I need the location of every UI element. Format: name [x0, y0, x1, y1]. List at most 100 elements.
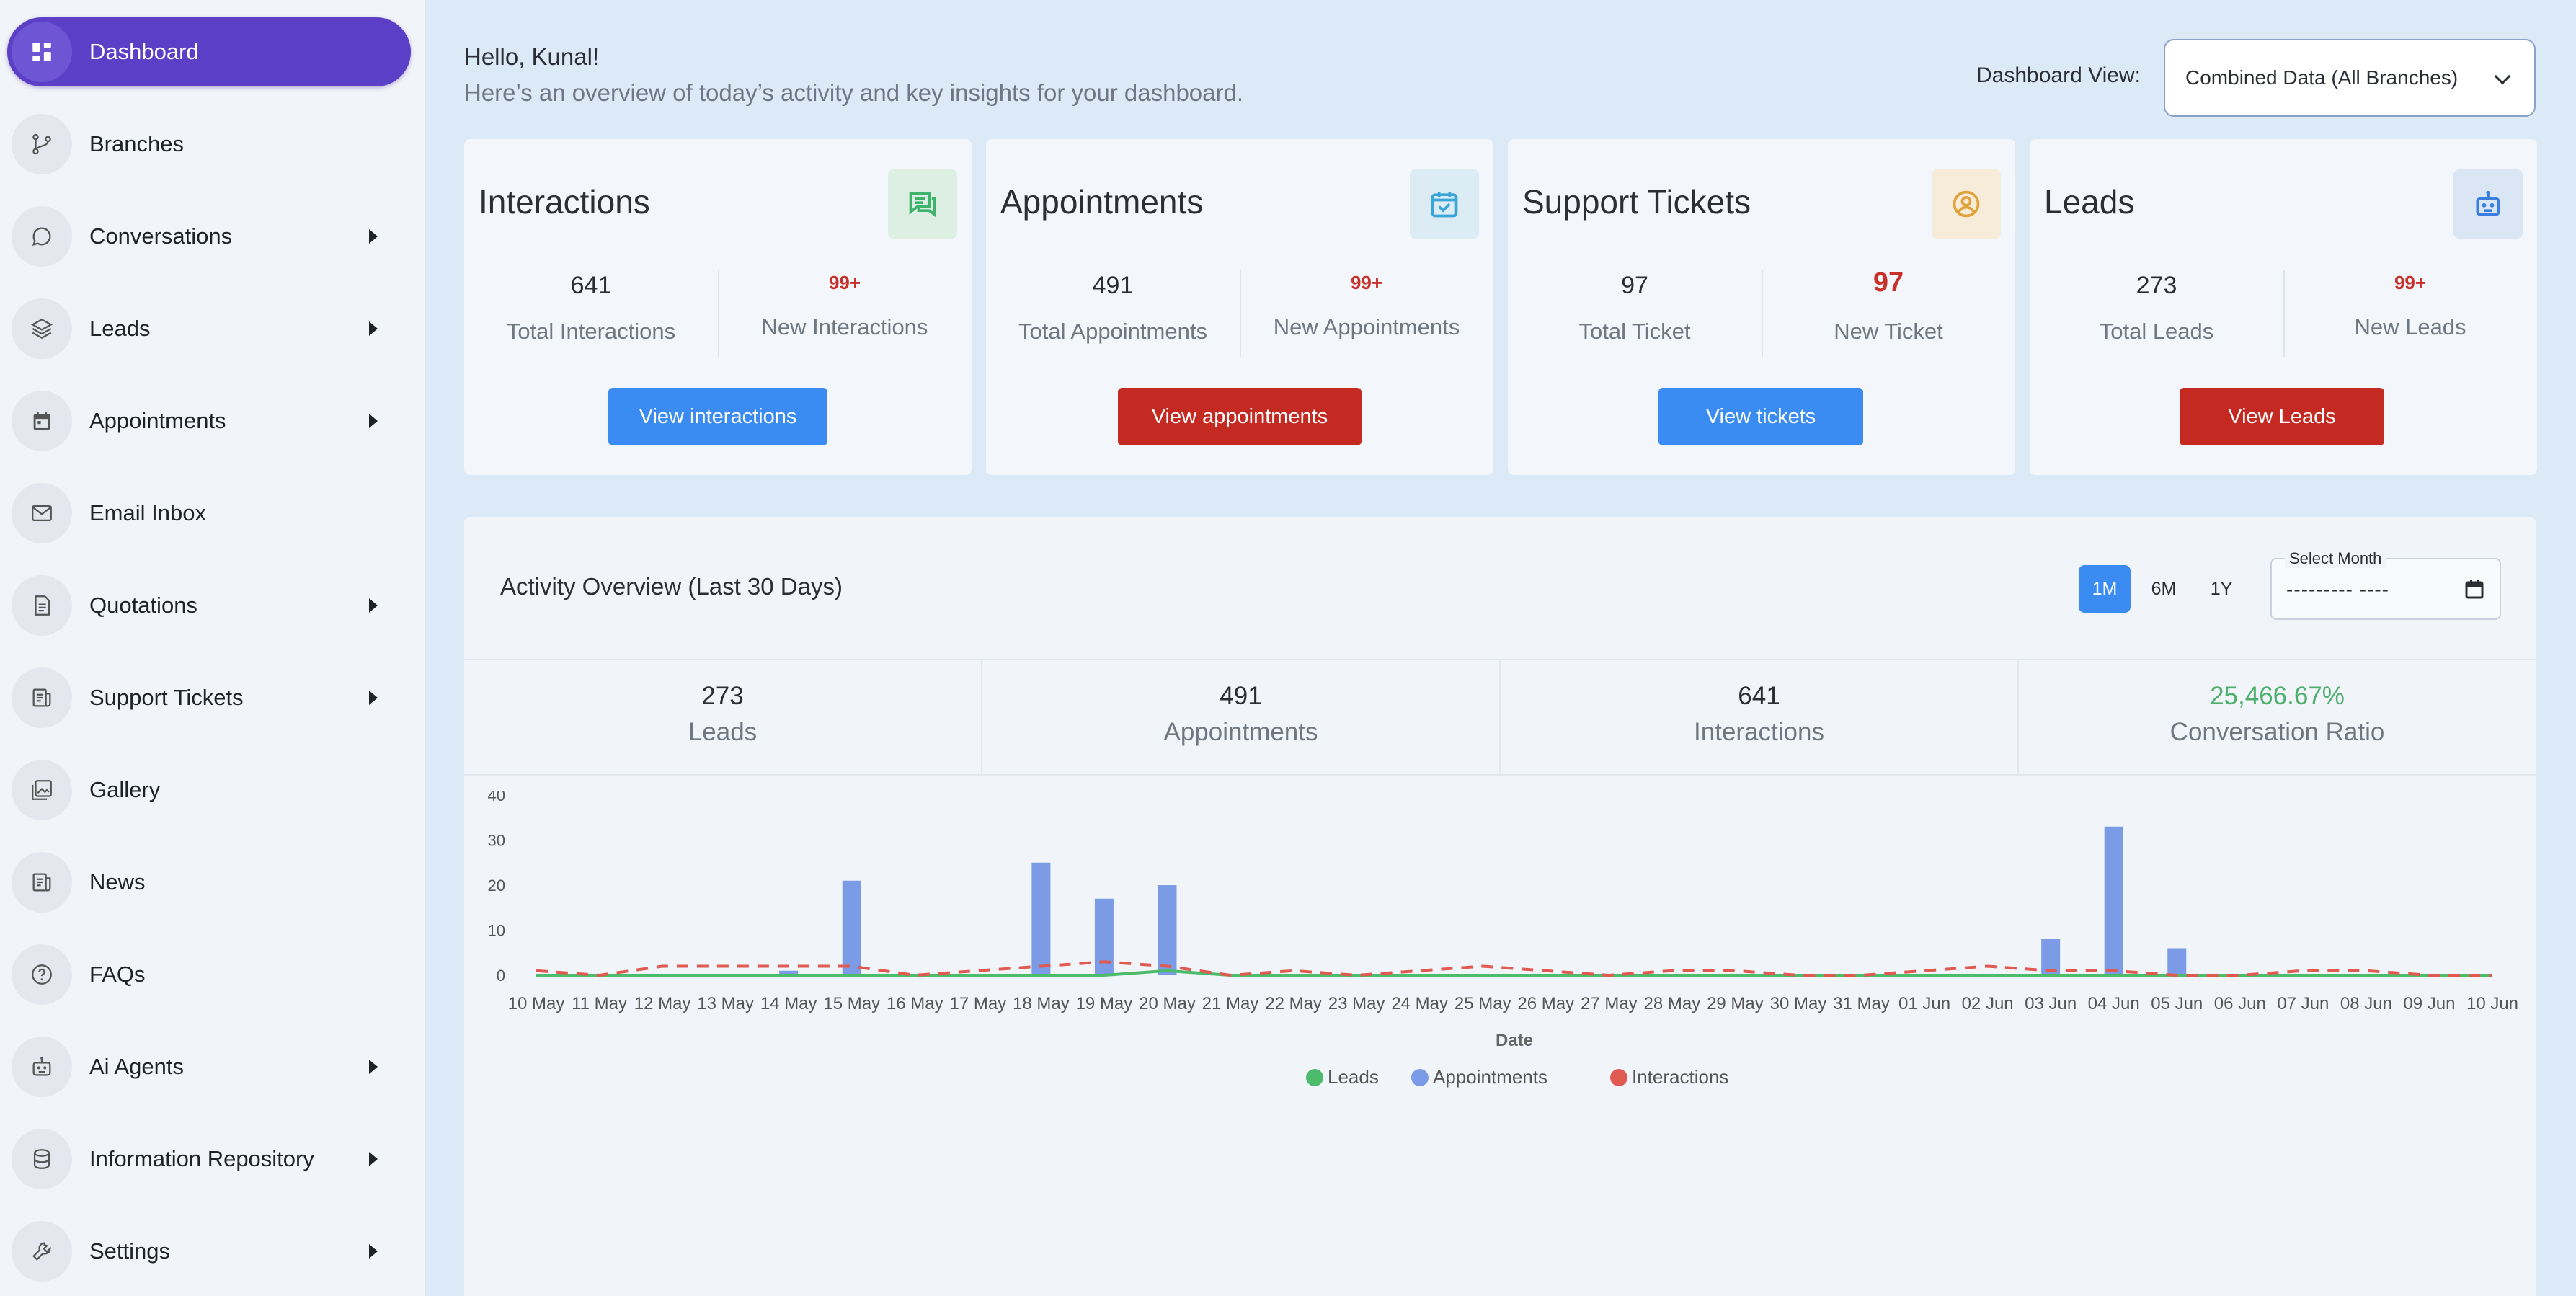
- news-icon: [12, 852, 72, 913]
- summary-leads-label: Leads: [688, 718, 758, 746]
- activity-chart: 0 10 20 30 40 10 May 11 May 12 May 13 May 14 May 1…: [488, 791, 2519, 1088]
- sidebar-item-ai-agents[interactable]: Ai Agents: [7, 1032, 411, 1101]
- range-6m-button[interactable]: 6M: [2138, 565, 2190, 613]
- x-tick-label: 02 Jun: [1962, 994, 2014, 1013]
- select-month-label: Select Month: [2285, 549, 2386, 568]
- x-tick-label: 12 May: [634, 994, 691, 1013]
- caret-right-icon: [369, 1060, 378, 1074]
- total-value: 491: [1092, 272, 1134, 299]
- new-label: New Appointments: [1273, 314, 1460, 339]
- range-1y-button[interactable]: 1Y: [2195, 565, 2247, 613]
- sidebar-item-appointments[interactable]: Appointments: [7, 386, 411, 456]
- sidebar-item-label: Quotations: [89, 592, 197, 618]
- caret-right-icon: [369, 691, 378, 705]
- summary-leads: 273 Leads: [464, 660, 982, 774]
- sidebar-item-news[interactable]: News: [7, 848, 411, 917]
- bar-appointments: [2104, 826, 2123, 975]
- new-value: 99+: [2394, 272, 2427, 293]
- caret-right-icon: [369, 229, 378, 244]
- x-tick-label: 17 May: [949, 994, 1006, 1013]
- sidebar-item-information-repository[interactable]: Information Repository: [7, 1124, 411, 1194]
- line-leads: [536, 969, 2492, 977]
- caret-right-icon: [369, 321, 378, 336]
- summary-leads-value: 273: [701, 682, 744, 710]
- wrench-icon: [12, 1221, 72, 1282]
- database-icon: [12, 1129, 72, 1189]
- x-tick-label: 10 May: [508, 994, 565, 1013]
- sidebar-item-email-inbox[interactable]: Email Inbox: [7, 479, 411, 548]
- legend-marker-appointments: [1411, 1069, 1429, 1086]
- new-value: 99+: [1350, 272, 1383, 293]
- x-tick-label: 07 Jun: [2277, 994, 2329, 1013]
- summary-ratio-label: Conversation Ratio: [2169, 718, 2385, 746]
- robot-icon: [2453, 169, 2523, 239]
- view-support-tickets-button[interactable]: View tickets: [1658, 388, 1863, 445]
- legend-label-appointments: Appointments: [1433, 1066, 1547, 1088]
- new-stat: 99+ New Leads: [2283, 262, 2537, 340]
- summary-appointments-label: Appointments: [1163, 718, 1318, 746]
- legend-label-leads: Leads: [1328, 1066, 1379, 1088]
- sidebar-item-label: Appointments: [89, 408, 226, 433]
- question-icon: [12, 944, 72, 1005]
- caret-right-icon: [369, 1244, 378, 1259]
- sidebar-item-gallery[interactable]: Gallery: [7, 755, 411, 825]
- sidebar-item-support-tickets[interactable]: Support Tickets: [7, 663, 411, 732]
- layers-icon: [12, 298, 72, 359]
- chat-icon: [888, 169, 957, 239]
- new-stat: 99+ New Interactions: [718, 262, 972, 340]
- x-tick-label: 01 Jun: [1898, 994, 1950, 1013]
- x-tick-label: 08 Jun: [2340, 994, 2392, 1013]
- dashboard-view-select[interactable]: Combined Data (All Branches): [2164, 39, 2536, 117]
- dashboard-view-value: Combined Data (All Branches): [2185, 66, 2459, 89]
- view-leads-button[interactable]: View Leads: [2180, 388, 2384, 445]
- sidebar-item-dashboard[interactable]: Dashboard: [7, 17, 411, 86]
- legend-label-interactions: Interactions: [1632, 1066, 1728, 1088]
- x-tick-label: 31 May: [1833, 994, 1890, 1013]
- sidebar-item-settings[interactable]: Settings: [7, 1217, 411, 1286]
- y-tick-label: 0: [497, 967, 505, 985]
- legend-marker-interactions: [1610, 1069, 1627, 1086]
- new-stat: 97 New Ticket: [1762, 262, 2015, 345]
- calendar-picker-icon[interactable]: [2465, 579, 2484, 599]
- sidebar-item-conversations[interactable]: Conversations: [7, 202, 411, 271]
- total-stat: 491 Total Appointments: [986, 262, 1240, 345]
- x-tick-label: 30 May: [1770, 994, 1827, 1013]
- sidebar-item-label: Support Tickets: [89, 685, 244, 710]
- sidebar-item-leads[interactable]: Leads: [7, 294, 411, 363]
- summary-conversation-ratio: 25,466.67% Conversation Ratio: [2019, 660, 2536, 774]
- x-axis-title: Date: [1496, 1031, 1533, 1050]
- branch-icon: [12, 114, 72, 174]
- calendar-check-icon: [1410, 169, 1479, 239]
- sidebar-item-label: FAQs: [89, 962, 146, 987]
- sidebar-item-quotations[interactable]: Quotations: [7, 571, 411, 640]
- select-month-input[interactable]: Select Month --------- ----: [2270, 549, 2501, 620]
- gallery-icon: [12, 760, 72, 820]
- mail-icon: [12, 483, 72, 543]
- range-1m-button[interactable]: 1M: [2079, 565, 2131, 613]
- total-label: Total Appointments: [1018, 319, 1207, 344]
- x-tick-label: 25 May: [1454, 994, 1511, 1013]
- y-tick-label: 30: [488, 832, 505, 850]
- total-label: Total Ticket: [1578, 319, 1691, 344]
- sidebar-item-faqs[interactable]: FAQs: [7, 940, 411, 1009]
- legend-marker-leads: [1306, 1069, 1323, 1086]
- total-stat: 97 Total Ticket: [1508, 262, 1762, 345]
- x-tick-label: 06 Jun: [2214, 994, 2266, 1013]
- sidebar: Dashboard Branches Conversations Leads Appoi…: [0, 0, 426, 1296]
- x-tick-label: 29 May: [1707, 994, 1764, 1013]
- dashboard-icon: [12, 22, 72, 82]
- activity-overview-panel: Activity Overview (Last 30 Days) 1M 6M 1…: [464, 517, 2536, 1296]
- total-label: Total Interactions: [506, 319, 676, 344]
- document-icon: [12, 575, 72, 636]
- sidebar-item-branches[interactable]: Branches: [7, 110, 411, 179]
- caret-right-icon: [369, 414, 378, 428]
- x-tick-label: 09 Jun: [2403, 994, 2455, 1013]
- view-appointments-button[interactable]: View appointments: [1118, 388, 1362, 445]
- summary-ratio-value: 25,466.67%: [2210, 682, 2345, 710]
- x-tick-label: 20 May: [1139, 994, 1196, 1013]
- view-interactions-button[interactable]: View interactions: [608, 388, 827, 445]
- ticket-icon: [12, 667, 72, 728]
- x-tick-label: 28 May: [1644, 994, 1701, 1013]
- select-month-value: --------- ----: [2286, 578, 2389, 600]
- total-stat: 273 Total Leads: [2030, 262, 2283, 345]
